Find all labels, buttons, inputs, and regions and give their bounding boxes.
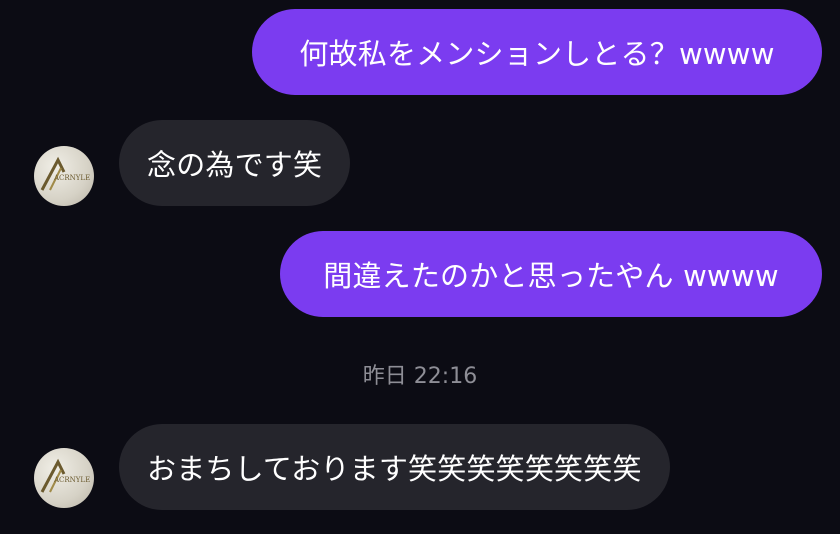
message-text: 何故私をメンションしとる？wwww [299, 37, 775, 71]
message-bubble-outgoing[interactable]: 何故私をメンションしとる？wwww [252, 9, 822, 95]
message-text: 間違えたのかと思ったやん wwww [323, 259, 779, 293]
message-bubble-incoming[interactable]: 念の為です笑 [119, 120, 351, 206]
logo-avatar-icon: ACRNYLE [40, 458, 90, 493]
sender-avatar[interactable]: ACRNYLE [34, 448, 94, 508]
avatar-logo-text: ACRNYLE [53, 174, 90, 182]
message-bubble-incoming[interactable]: おまちしております笑笑笑笑笑笑笑笑 [119, 424, 670, 510]
message-text: おまちしております笑笑笑笑笑笑笑笑 [147, 452, 642, 486]
sender-avatar[interactable]: ACRNYLE [34, 146, 94, 206]
logo-avatar-icon: ACRNYLE [40, 156, 90, 191]
message-bubble-outgoing[interactable]: 間違えたのかと思ったやん wwww [280, 231, 822, 317]
timestamp-separator: 昨日 22:16 [362, 364, 478, 389]
message-text: 念の為です笑 [147, 148, 323, 182]
avatar-logo-text: ACRNYLE [53, 476, 90, 484]
